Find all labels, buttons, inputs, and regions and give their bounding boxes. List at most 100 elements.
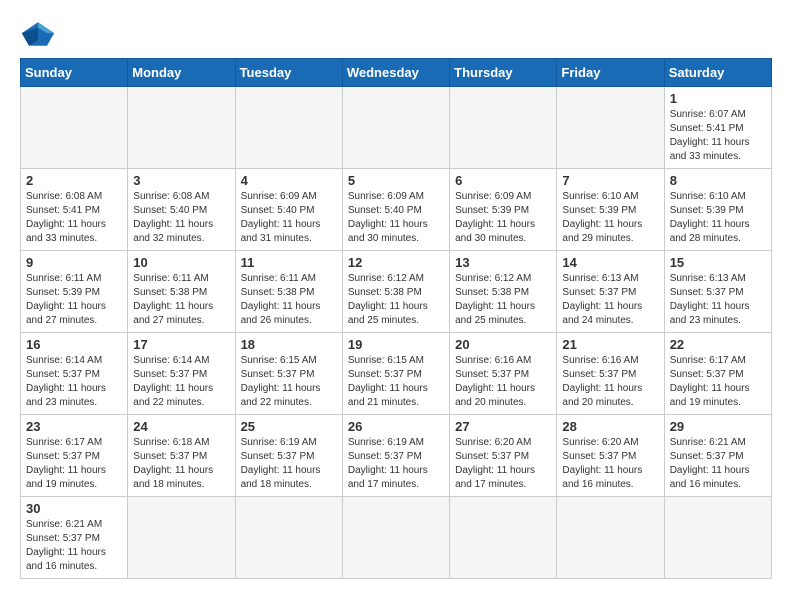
calendar-cell: 8 Sunrise: 6:10 AMSunset: 5:39 PMDaylight…	[664, 169, 771, 251]
day-info: Sunrise: 6:17 AMSunset: 5:37 PMDaylight:…	[26, 436, 122, 492]
calendar-cell	[235, 497, 342, 579]
calendar-cell	[21, 87, 128, 169]
calendar-week-6: 30 Sunrise: 6:21 AMSunset: 5:37 PMDayligh…	[21, 497, 772, 579]
calendar-week-2: 2 Sunrise: 6:08 AMSunset: 5:41 PMDaylight…	[21, 169, 772, 251]
calendar-cell: 25Sunrise: 6:19 AMSunset: 5:37 PMDayligh…	[235, 415, 342, 497]
day-number: 24	[133, 419, 229, 434]
calendar-week-1: 1 Sunrise: 6:07 AMSunset: 5:41 PMDaylight…	[21, 87, 772, 169]
day-number: 15	[670, 255, 766, 270]
day-number: 3	[133, 173, 229, 188]
calendar-cell: 22Sunrise: 6:17 AMSunset: 5:37 PMDayligh…	[664, 333, 771, 415]
day-number: 13	[455, 255, 551, 270]
day-info: Sunrise: 6:14 AMSunset: 5:37 PMDaylight:…	[26, 354, 122, 410]
day-info: Sunrise: 6:21 AMSunset: 5:37 PMDaylight:…	[670, 436, 766, 492]
day-number: 17	[133, 337, 229, 352]
calendar-cell	[557, 497, 664, 579]
calendar-cell	[664, 497, 771, 579]
day-info: Sunrise: 6:15 AMSunset: 5:37 PMDaylight:…	[348, 354, 444, 410]
day-number: 8	[670, 173, 766, 188]
day-number: 27	[455, 419, 551, 434]
calendar-cell: 13 Sunrise: 6:12 AMSunset: 5:38 PMDayligh…	[450, 251, 557, 333]
day-info: Sunrise: 6:08 AMSunset: 5:41 PMDaylight:…	[26, 190, 122, 246]
day-info: Sunrise: 6:09 AMSunset: 5:40 PMDaylight:…	[241, 190, 337, 246]
weekday-header-sunday: Sunday	[21, 59, 128, 87]
day-number: 28	[562, 419, 658, 434]
day-number: 7	[562, 173, 658, 188]
calendar-cell: 5Sunrise: 6:09 AMSunset: 5:40 PMDaylight…	[342, 169, 449, 251]
day-number: 14	[562, 255, 658, 270]
day-info: Sunrise: 6:13 AMSunset: 5:37 PMDaylight:…	[670, 272, 766, 328]
weekday-header-friday: Friday	[557, 59, 664, 87]
calendar-cell: 28Sunrise: 6:20 AMSunset: 5:37 PMDayligh…	[557, 415, 664, 497]
day-number: 30	[26, 501, 122, 516]
weekday-header-monday: Monday	[128, 59, 235, 87]
day-info: Sunrise: 6:19 AMSunset: 5:37 PMDaylight:…	[348, 436, 444, 492]
day-info: Sunrise: 6:20 AMSunset: 5:37 PMDaylight:…	[455, 436, 551, 492]
day-number: 18	[241, 337, 337, 352]
day-number: 12	[348, 255, 444, 270]
calendar-cell: 29 Sunrise: 6:21 AMSunset: 5:37 PMDayligh…	[664, 415, 771, 497]
day-number: 19	[348, 337, 444, 352]
day-info: Sunrise: 6:11 AMSunset: 5:38 PMDaylight:…	[133, 272, 229, 328]
calendar-cell: 18 Sunrise: 6:15 AMSunset: 5:37 PMDayligh…	[235, 333, 342, 415]
calendar-cell: 3 Sunrise: 6:08 AMSunset: 5:40 PMDaylight…	[128, 169, 235, 251]
day-number: 6	[455, 173, 551, 188]
calendar-cell: 6Sunrise: 6:09 AMSunset: 5:39 PMDaylight…	[450, 169, 557, 251]
day-number: 23	[26, 419, 122, 434]
logo-icon	[20, 20, 56, 48]
day-info: Sunrise: 6:10 AMSunset: 5:39 PMDaylight:…	[670, 190, 766, 246]
day-info: Sunrise: 6:12 AMSunset: 5:38 PMDaylight:…	[455, 272, 551, 328]
calendar-cell: 30 Sunrise: 6:21 AMSunset: 5:37 PMDayligh…	[21, 497, 128, 579]
day-info: Sunrise: 6:09 AMSunset: 5:40 PMDaylight:…	[348, 190, 444, 246]
calendar-cell: 1 Sunrise: 6:07 AMSunset: 5:41 PMDaylight…	[664, 87, 771, 169]
weekday-header-tuesday: Tuesday	[235, 59, 342, 87]
calendar-cell: 27 Sunrise: 6:20 AMSunset: 5:37 PMDayligh…	[450, 415, 557, 497]
calendar-cell	[450, 497, 557, 579]
day-number: 2	[26, 173, 122, 188]
weekday-header-wednesday: Wednesday	[342, 59, 449, 87]
calendar-cell	[128, 87, 235, 169]
weekday-header-row: SundayMondayTuesdayWednesdayThursdayFrid…	[21, 59, 772, 87]
calendar-cell: 24 Sunrise: 6:18 AMSunset: 5:37 PMDayligh…	[128, 415, 235, 497]
calendar-week-4: 16 Sunrise: 6:14 AMSunset: 5:37 PMDayligh…	[21, 333, 772, 415]
day-info: Sunrise: 6:18 AMSunset: 5:37 PMDaylight:…	[133, 436, 229, 492]
page-header	[20, 20, 772, 48]
calendar-cell: 21Sunrise: 6:16 AMSunset: 5:37 PMDayligh…	[557, 333, 664, 415]
calendar-cell: 19 Sunrise: 6:15 AMSunset: 5:37 PMDayligh…	[342, 333, 449, 415]
weekday-header-saturday: Saturday	[664, 59, 771, 87]
day-number: 22	[670, 337, 766, 352]
day-info: Sunrise: 6:15 AMSunset: 5:37 PMDaylight:…	[241, 354, 337, 410]
calendar-cell	[450, 87, 557, 169]
calendar-cell: 14 Sunrise: 6:13 AMSunset: 5:37 PMDayligh…	[557, 251, 664, 333]
day-number: 16	[26, 337, 122, 352]
day-info: Sunrise: 6:10 AMSunset: 5:39 PMDaylight:…	[562, 190, 658, 246]
calendar-cell: 15 Sunrise: 6:13 AMSunset: 5:37 PMDayligh…	[664, 251, 771, 333]
calendar-cell: 12 Sunrise: 6:12 AMSunset: 5:38 PMDayligh…	[342, 251, 449, 333]
day-number: 25	[241, 419, 337, 434]
calendar-cell: 26 Sunrise: 6:19 AMSunset: 5:37 PMDayligh…	[342, 415, 449, 497]
day-number: 11	[241, 255, 337, 270]
day-number: 4	[241, 173, 337, 188]
calendar-cell: 17 Sunrise: 6:14 AMSunset: 5:37 PMDayligh…	[128, 333, 235, 415]
calendar-cell: 23 Sunrise: 6:17 AMSunset: 5:37 PMDayligh…	[21, 415, 128, 497]
day-info: Sunrise: 6:11 AMSunset: 5:39 PMDaylight:…	[26, 272, 122, 328]
calendar-cell	[235, 87, 342, 169]
day-info: Sunrise: 6:07 AMSunset: 5:41 PMDaylight:…	[670, 108, 766, 164]
calendar-cell: 10 Sunrise: 6:11 AMSunset: 5:38 PMDayligh…	[128, 251, 235, 333]
day-number: 9	[26, 255, 122, 270]
day-info: Sunrise: 6:13 AMSunset: 5:37 PMDaylight:…	[562, 272, 658, 328]
calendar-cell	[557, 87, 664, 169]
day-info: Sunrise: 6:08 AMSunset: 5:40 PMDaylight:…	[133, 190, 229, 246]
day-info: Sunrise: 6:12 AMSunset: 5:38 PMDaylight:…	[348, 272, 444, 328]
calendar-cell: 7 Sunrise: 6:10 AMSunset: 5:39 PMDaylight…	[557, 169, 664, 251]
day-number: 1	[670, 91, 766, 106]
calendar-cell	[342, 87, 449, 169]
day-info: Sunrise: 6:14 AMSunset: 5:37 PMDaylight:…	[133, 354, 229, 410]
calendar-cell: 16 Sunrise: 6:14 AMSunset: 5:37 PMDayligh…	[21, 333, 128, 415]
calendar-cell: 20Sunrise: 6:16 AMSunset: 5:37 PMDayligh…	[450, 333, 557, 415]
day-number: 26	[348, 419, 444, 434]
day-info: Sunrise: 6:21 AMSunset: 5:37 PMDaylight:…	[26, 518, 122, 574]
day-number: 10	[133, 255, 229, 270]
day-number: 29	[670, 419, 766, 434]
calendar-cell: 4 Sunrise: 6:09 AMSunset: 5:40 PMDaylight…	[235, 169, 342, 251]
